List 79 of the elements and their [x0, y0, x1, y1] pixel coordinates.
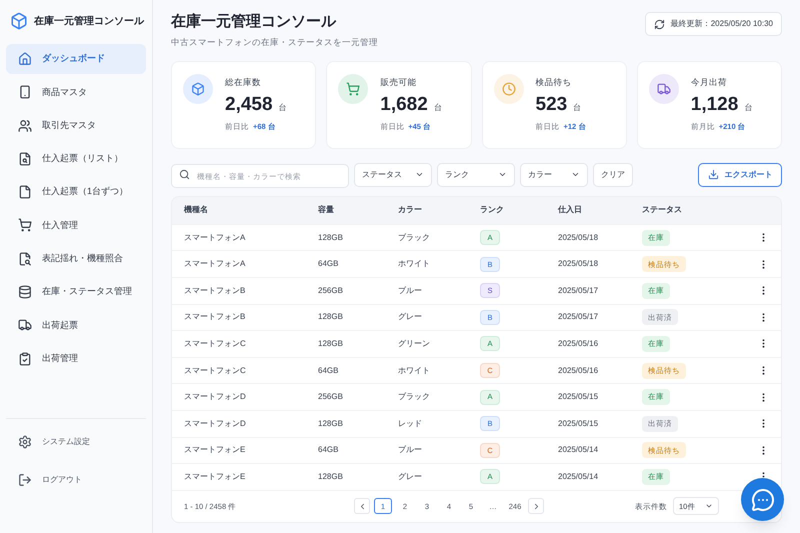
- table-cell: スマートフォンE: [184, 445, 246, 454]
- stat-value: 2,458: [225, 92, 273, 116]
- stat-unit: 台: [434, 102, 442, 114]
- table-cell: 2025/05/18: [558, 232, 598, 242]
- table-cell: スマートフォンE: [184, 472, 246, 481]
- stat-label: 総在庫数: [225, 76, 262, 88]
- table-cell: ブラック: [398, 392, 430, 402]
- column-header: 仕入日: [558, 205, 582, 214]
- table-cell: スマートフォンB: [184, 286, 246, 295]
- sidebar-item[interactable]: 取引先マスタ: [6, 110, 146, 141]
- stat-unit: 台: [744, 102, 752, 114]
- column-header: ランク: [480, 205, 504, 214]
- table-cell: 2025/05/15: [558, 392, 598, 402]
- table-cell: スマートフォンC: [184, 338, 246, 348]
- export-button[interactable]: エクスポート: [698, 162, 782, 187]
- sidebar-item[interactable]: ログアウト: [6, 465, 146, 495]
- filter-dropdown[interactable]: カラー: [520, 162, 588, 187]
- stat-label: 販売可能: [380, 76, 418, 88]
- sidebar-item[interactable]: 仕入起票（リスト）: [6, 144, 146, 174]
- app-title: 在庫一元管理コンソール: [34, 14, 144, 28]
- table-cell: 64GB: [318, 445, 338, 454]
- sidebar-item[interactable]: 在庫・ステータス管理: [6, 277, 146, 308]
- column-header: 容量: [318, 205, 334, 214]
- table-cell: 256GB: [318, 286, 343, 295]
- refresh-button[interactable]: 最終更新：2025/05/20 10:30: [644, 12, 782, 36]
- sidebar-item[interactable]: 仕入管理: [6, 210, 146, 240]
- sidebar-item[interactable]: 出荷起票: [6, 310, 146, 340]
- filter-dropdown[interactable]: ステータス: [354, 162, 432, 187]
- table-cell: ホワイト: [398, 259, 430, 268]
- column-header: 機種名: [184, 205, 208, 214]
- stat-unit: 台: [573, 102, 582, 114]
- table-cell: ブルー: [398, 286, 422, 295]
- stat-unit: 台: [278, 102, 287, 114]
- table-cell: スマートフォンA: [184, 232, 246, 242]
- table-cell: ブラック: [398, 232, 430, 242]
- sidebar-item[interactable]: システム設定: [6, 427, 146, 457]
- stat-label: 今月出荷: [690, 76, 728, 88]
- table-cell: 2025/05/14: [558, 472, 598, 481]
- table-cell: スマートフォンD: [184, 418, 246, 428]
- table-cell: 64GB: [318, 259, 338, 268]
- table-cell: ホワイト: [398, 366, 430, 375]
- stat-value: 523: [536, 92, 568, 116]
- table-cell: 2025/05/15: [558, 418, 598, 428]
- table-cell: 2025/05/18: [558, 259, 598, 268]
- stat-value: 1,682: [380, 92, 428, 116]
- table-cell: スマートフォンB: [184, 312, 246, 322]
- table-cell: スマートフォンA: [184, 259, 246, 268]
- table-cell: 2025/05/16: [558, 338, 598, 348]
- filter-dropdown[interactable]: ランク: [437, 162, 515, 187]
- sidebar-item[interactable]: 商品マスタ: [6, 77, 146, 108]
- table-cell: グレー: [398, 312, 422, 322]
- table-cell: 64GB: [318, 366, 338, 375]
- table-cell: スマートフォンD: [184, 392, 246, 402]
- table-cell: ブルー: [398, 445, 422, 454]
- column-header: ステータス: [642, 205, 682, 214]
- table-cell: スマートフォンC: [184, 366, 246, 375]
- column-header: カラー: [398, 205, 422, 214]
- table-cell: 2025/05/17: [558, 312, 598, 322]
- clear-button[interactable]: クリア: [593, 162, 633, 187]
- table-cell: 128GB: [318, 418, 343, 428]
- stat-value: 1,128: [690, 92, 738, 116]
- table-cell: グリーン: [398, 338, 430, 348]
- table-cell: 128GB: [318, 338, 343, 348]
- page-subtitle: 中古スマートフォンの在庫・ステータスを一元管理: [171, 36, 378, 49]
- sidebar-item[interactable]: ダッシュボード: [6, 44, 146, 74]
- table-cell: 128GB: [318, 472, 343, 481]
- table-cell: 256GB: [318, 392, 343, 402]
- table-cell: グレー: [398, 472, 422, 481]
- table-cell: 128GB: [318, 232, 343, 242]
- page-title: 在庫一元管理コンソール: [171, 12, 338, 32]
- table-cell: レッド: [398, 418, 422, 428]
- table-cell: 2025/05/14: [558, 445, 598, 454]
- table-cell: 2025/05/16: [558, 366, 598, 375]
- table-cell: 2025/05/17: [558, 286, 598, 295]
- sidebar-item[interactable]: 出荷管理: [6, 344, 146, 374]
- sidebar-item[interactable]: 表記揺れ・機種照合: [6, 244, 146, 274]
- stat-label: 検品待ち: [536, 76, 572, 88]
- table-cell: 128GB: [318, 312, 343, 322]
- sidebar-item[interactable]: 仕入起票（1台ずつ）: [6, 177, 146, 208]
